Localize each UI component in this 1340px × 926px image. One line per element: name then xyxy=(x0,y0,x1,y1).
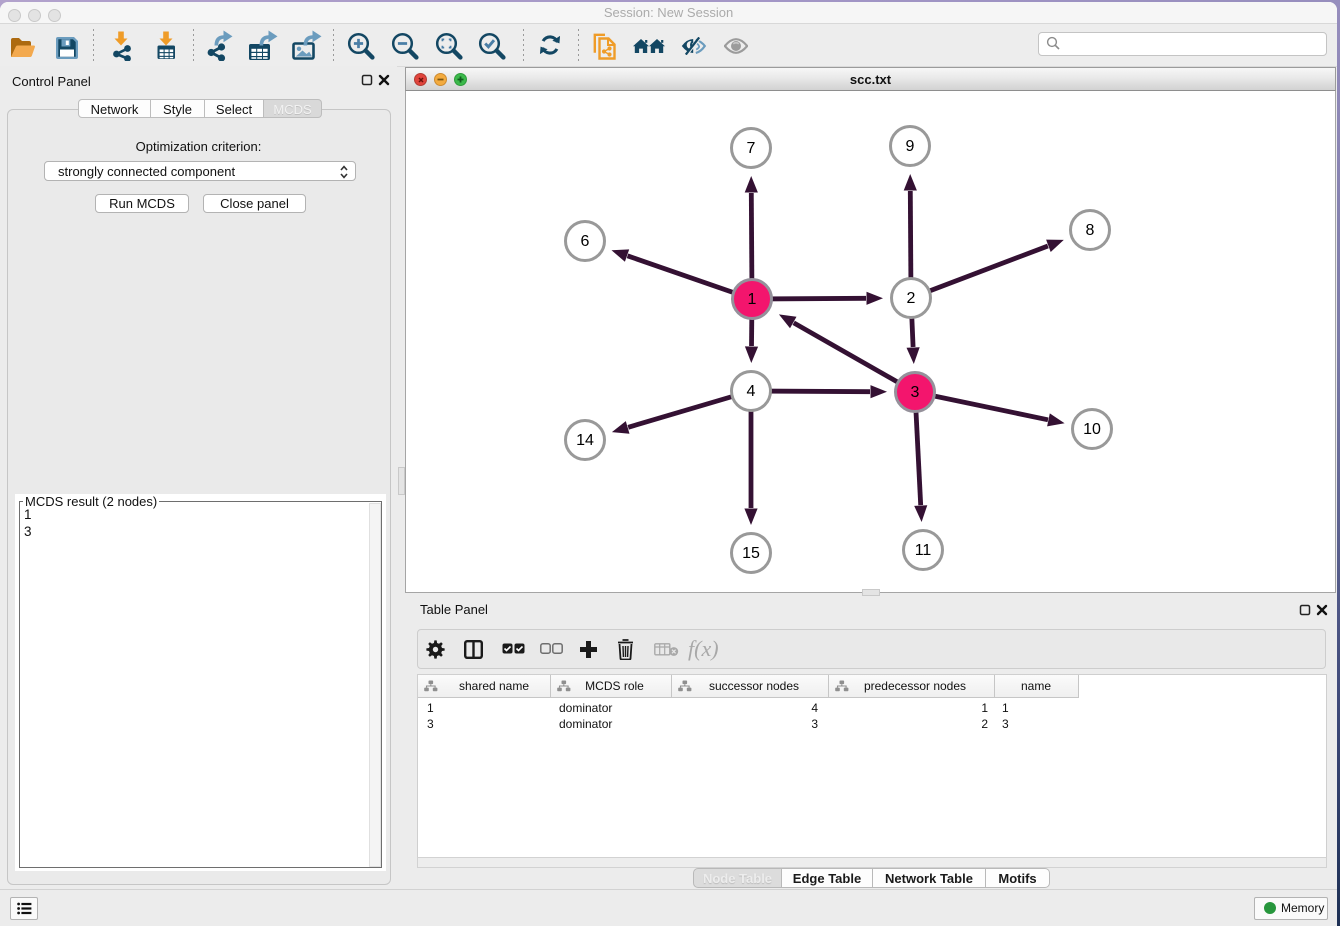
svg-text:6: 6 xyxy=(581,233,590,250)
svg-text:2: 2 xyxy=(907,290,916,307)
svg-text:15: 15 xyxy=(742,545,760,562)
svg-text:9: 9 xyxy=(906,138,915,155)
svg-text:10: 10 xyxy=(1083,421,1101,438)
svg-text:8: 8 xyxy=(1086,222,1095,239)
svg-text:4: 4 xyxy=(747,383,756,400)
svg-text:1: 1 xyxy=(748,291,757,308)
svg-text:3: 3 xyxy=(911,384,920,401)
svg-text:14: 14 xyxy=(576,432,594,449)
svg-text:11: 11 xyxy=(915,542,932,559)
svg-text:7: 7 xyxy=(747,140,756,157)
